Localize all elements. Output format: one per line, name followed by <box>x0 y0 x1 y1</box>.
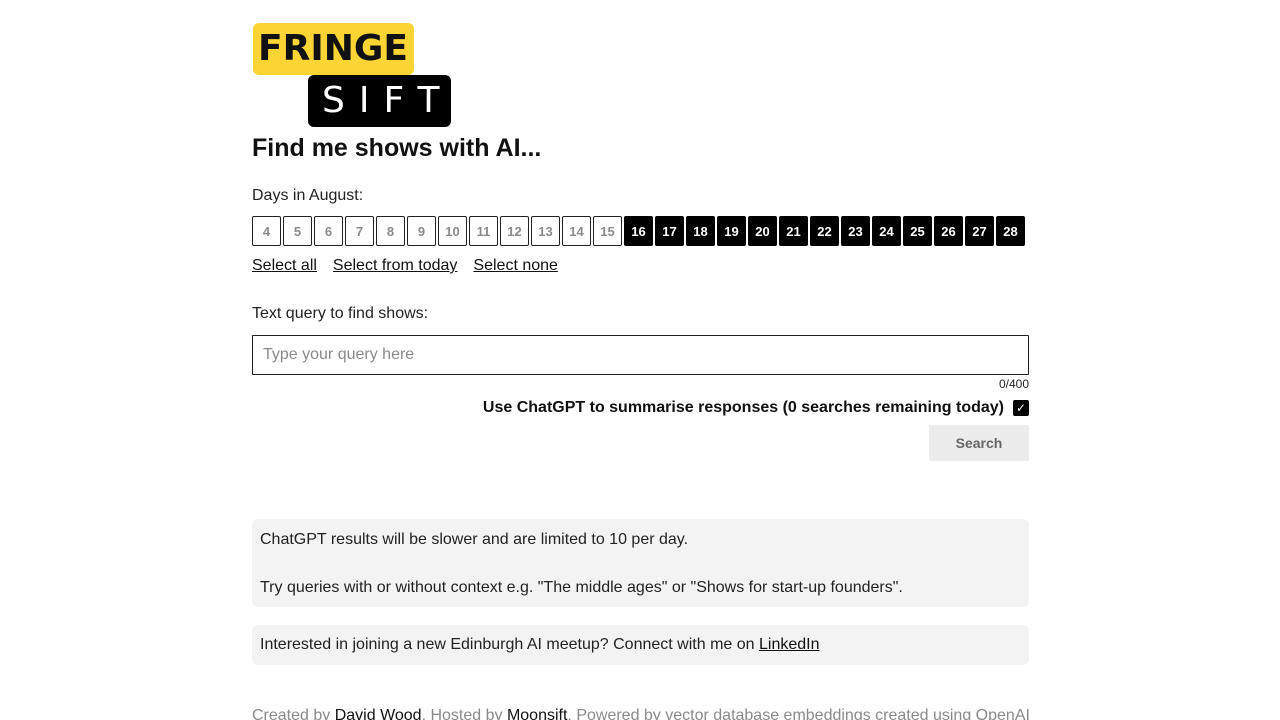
day-button[interactable]: 16 <box>624 216 653 246</box>
fringe-sift-logo[interactable]: FRINGE SIFT <box>253 23 451 127</box>
day-button[interactable]: 24 <box>872 216 901 246</box>
chatgpt-checkbox[interactable]: ✓ <box>1013 400 1029 416</box>
day-button[interactable]: 13 <box>531 216 560 246</box>
day-button[interactable]: 9 <box>407 216 436 246</box>
meetup-box: Interested in joining a new Edinburgh AI… <box>252 625 1029 665</box>
select-none-link[interactable]: Select none <box>473 257 558 275</box>
day-button[interactable]: 10 <box>438 216 467 246</box>
day-button[interactable]: 27 <box>965 216 994 246</box>
day-button[interactable]: 26 <box>934 216 963 246</box>
chatgpt-label: Use ChatGPT to summarise responses (0 se… <box>482 399 1004 416</box>
day-selector: 4 5 6 7 8 9 10 11 12 13 14 15 16 17 18 19 20 21 22 23 24 25 26… <box>252 216 1025 246</box>
select-from-today-link[interactable]: Select from today <box>333 257 458 275</box>
day-button[interactable]: 6 <box>314 216 343 246</box>
day-button[interactable]: 14 <box>562 216 591 246</box>
day-button[interactable]: 19 <box>717 216 746 246</box>
day-button[interactable]: 25 <box>903 216 932 246</box>
logo-fringe-word: FRINGE <box>253 23 414 75</box>
checkmark-icon: ✓ <box>1015 401 1027 415</box>
select-all-link[interactable]: Select all <box>252 257 317 275</box>
day-button[interactable]: 7 <box>345 216 374 246</box>
footer-created-by: Created by <box>252 707 335 720</box>
info-line-examples: Try queries with or without context e.g.… <box>260 579 903 596</box>
days-label: Days in August: <box>252 187 364 204</box>
info-line-limit: ChatGPT results will be slower and are l… <box>260 531 689 548</box>
chatgpt-option: Use ChatGPT to summarise responses (0 se… <box>483 399 1029 417</box>
meetup-text: Interested in joining a new Edinburgh AI… <box>260 636 759 653</box>
day-button[interactable]: 22 <box>810 216 839 246</box>
day-button[interactable]: 17 <box>655 216 684 246</box>
footer-hosted-by: . Hosted by <box>421 707 507 720</box>
day-button[interactable]: 15 <box>593 216 622 246</box>
logo-sift-word: SIFT <box>308 75 451 127</box>
day-button[interactable]: 8 <box>376 216 405 246</box>
search-button[interactable]: Search <box>929 425 1029 461</box>
footer-powered: . Powered by vector database embeddings … <box>567 707 1030 720</box>
day-button[interactable]: 12 <box>500 216 529 246</box>
day-select-links: Select all Select from today Select none <box>252 257 558 275</box>
day-button[interactable]: 23 <box>841 216 870 246</box>
day-button[interactable]: 21 <box>779 216 808 246</box>
day-button[interactable]: 11 <box>469 216 498 246</box>
info-box: ChatGPT results will be slower and are l… <box>252 519 1029 607</box>
day-button[interactable]: 28 <box>996 216 1025 246</box>
page-title: Find me shows with AI... <box>252 134 542 162</box>
linkedin-link[interactable]: LinkedIn <box>759 636 820 653</box>
author-link[interactable]: David Wood <box>335 707 422 720</box>
query-label: Text query to find shows: <box>252 305 429 322</box>
day-button[interactable]: 4 <box>252 216 281 246</box>
footer: Created by David Wood. Hosted by Moonsif… <box>252 707 1030 720</box>
day-button[interactable]: 18 <box>686 216 715 246</box>
day-button[interactable]: 5 <box>283 216 312 246</box>
query-input[interactable] <box>252 335 1029 375</box>
character-counter: 0/400 <box>998 377 1029 391</box>
host-link[interactable]: Moonsift <box>507 707 567 720</box>
day-button[interactable]: 20 <box>748 216 777 246</box>
